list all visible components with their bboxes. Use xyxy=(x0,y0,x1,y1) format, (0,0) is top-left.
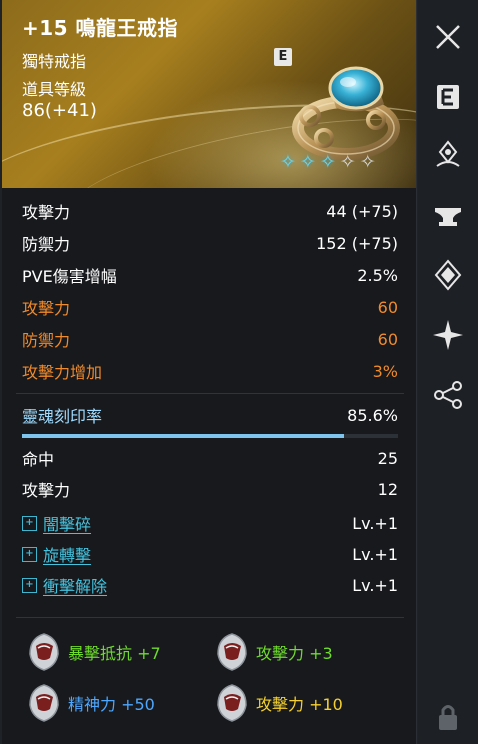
soul-imprint-bar-fill xyxy=(22,434,344,438)
bonus-label: 攻擊力增加 xyxy=(22,363,103,382)
bonus-value: 60 xyxy=(377,297,398,317)
filled-star-icon: ✧ xyxy=(319,151,336,173)
diamond-crest-icon[interactable] xyxy=(431,258,465,292)
stat-value: 12 xyxy=(377,479,398,499)
skill-name-link[interactable]: 闇擊碎 xyxy=(43,511,352,535)
stat-value: 2.5% xyxy=(357,265,398,285)
skill-plus-icon: + xyxy=(22,515,37,531)
sparkle-star-icon[interactable] xyxy=(431,318,465,352)
bonus-row-attack-increase: 攻擊力增加 3% xyxy=(22,357,398,385)
stat-label: PVE傷害增幅 xyxy=(22,267,117,286)
section-divider xyxy=(16,617,404,618)
engraving-text: 攻擊力 +3 xyxy=(256,644,333,663)
soul-imprint-bar xyxy=(22,434,398,438)
soul-imprint-value: 85.6% xyxy=(347,405,398,425)
item-tooltip-panel: +15 鳴龍王戒指 獨特戒指 道具等級 86(+41) E ✧ ✧ ✧ ✧ ✧ … xyxy=(2,0,417,744)
stat-label: 防禦力 xyxy=(22,235,71,254)
bonus-row-attack: 攻擊力 60 xyxy=(22,293,398,321)
engraving-text: 精神力 +50 xyxy=(68,695,155,714)
engraving-item: 精神力 +50 xyxy=(26,681,155,725)
item-level-label: 道具等級 xyxy=(22,80,87,99)
item-header: +15 鳴龍王戒指 獨特戒指 道具等級 86(+41) E ✧ ✧ ✧ ✧ ✧ xyxy=(2,0,416,188)
share-icon[interactable] xyxy=(431,378,465,412)
anvil-icon[interactable] xyxy=(431,198,465,232)
lock-icon[interactable] xyxy=(431,700,465,734)
bonus-label: 防禦力 xyxy=(22,331,71,350)
bonus-row-defense: 防禦力 60 xyxy=(22,325,398,353)
bonus-value: 60 xyxy=(377,329,398,349)
helmet-crest-icon xyxy=(29,684,59,722)
filled-star-icon: ✧ xyxy=(299,151,316,173)
tooltip-sidebar xyxy=(418,0,478,744)
skill-plus-icon: + xyxy=(22,577,37,593)
skill-name-link[interactable]: 旋轉擊 xyxy=(43,542,352,566)
soul-imprint-row: 靈魂刻印率 85.6% xyxy=(22,401,398,429)
engraving-text: 暴擊抵抗 +7 xyxy=(68,644,161,663)
bonus-label: 攻擊力 xyxy=(22,299,71,318)
skill-name-link[interactable]: 衝擊解除 xyxy=(43,573,352,597)
skill-plus-icon: + xyxy=(22,546,37,562)
skill-row[interactable]: + 旋轉擊 Lv.+1 xyxy=(22,540,398,568)
bonus-value: 3% xyxy=(372,361,398,381)
stat-label: 攻擊力 xyxy=(22,203,71,222)
soul-stat-row-accuracy: 命中 25 xyxy=(22,444,398,472)
engraving-text: 攻擊力 +10 xyxy=(256,695,343,714)
stat-label: 攻擊力 xyxy=(22,481,71,500)
stat-row-attack: 攻擊力 44 (+75) xyxy=(22,197,398,225)
stat-row-pve-damage: PVE傷害增幅 2.5% xyxy=(22,261,398,289)
skill-row[interactable]: + 闇擊碎 Lv.+1 xyxy=(22,509,398,537)
stat-value: 44 (+75) xyxy=(326,201,398,221)
stat-label: 命中 xyxy=(22,450,55,469)
filled-star-icon: ✧ xyxy=(280,151,296,173)
engraving-item: 攻擊力 +3 xyxy=(214,630,333,674)
helmet-crest-icon xyxy=(217,633,247,671)
soul-stat-row-attack: 攻擊力 12 xyxy=(22,475,398,503)
helmet-crest-icon xyxy=(217,684,247,722)
item-level: 86(+41) xyxy=(22,100,97,121)
close-icon[interactable] xyxy=(431,20,465,54)
engraving-item: 暴擊抵抗 +7 xyxy=(26,630,161,674)
empty-star-icon: ✧ xyxy=(359,151,376,173)
location-pin-icon[interactable] xyxy=(431,138,465,172)
item-grade: 獨特戒指 xyxy=(22,52,87,71)
soul-imprint-label: 靈魂刻印率 xyxy=(22,407,103,426)
engraving-item: 攻擊力 +10 xyxy=(214,681,343,725)
skill-level: Lv.+1 xyxy=(352,513,398,533)
stat-row-defense: 防禦力 152 (+75) xyxy=(22,229,398,257)
empty-star-icon: ✧ xyxy=(339,151,356,173)
item-title: +15 鳴龍王戒指 xyxy=(22,16,179,40)
stat-value: 25 xyxy=(377,448,398,468)
skill-level: Lv.+1 xyxy=(352,575,398,595)
e-badge-icon[interactable] xyxy=(431,80,465,114)
ring-icon xyxy=(292,66,400,160)
upgrade-stars: ✧ ✧ ✧ ✧ ✧ xyxy=(280,152,376,172)
section-divider xyxy=(16,393,404,394)
stat-value: 152 (+75) xyxy=(316,233,398,253)
skill-level: Lv.+1 xyxy=(352,544,398,564)
skill-row[interactable]: + 衝擊解除 Lv.+1 xyxy=(22,571,398,599)
helmet-crest-icon xyxy=(29,633,59,671)
